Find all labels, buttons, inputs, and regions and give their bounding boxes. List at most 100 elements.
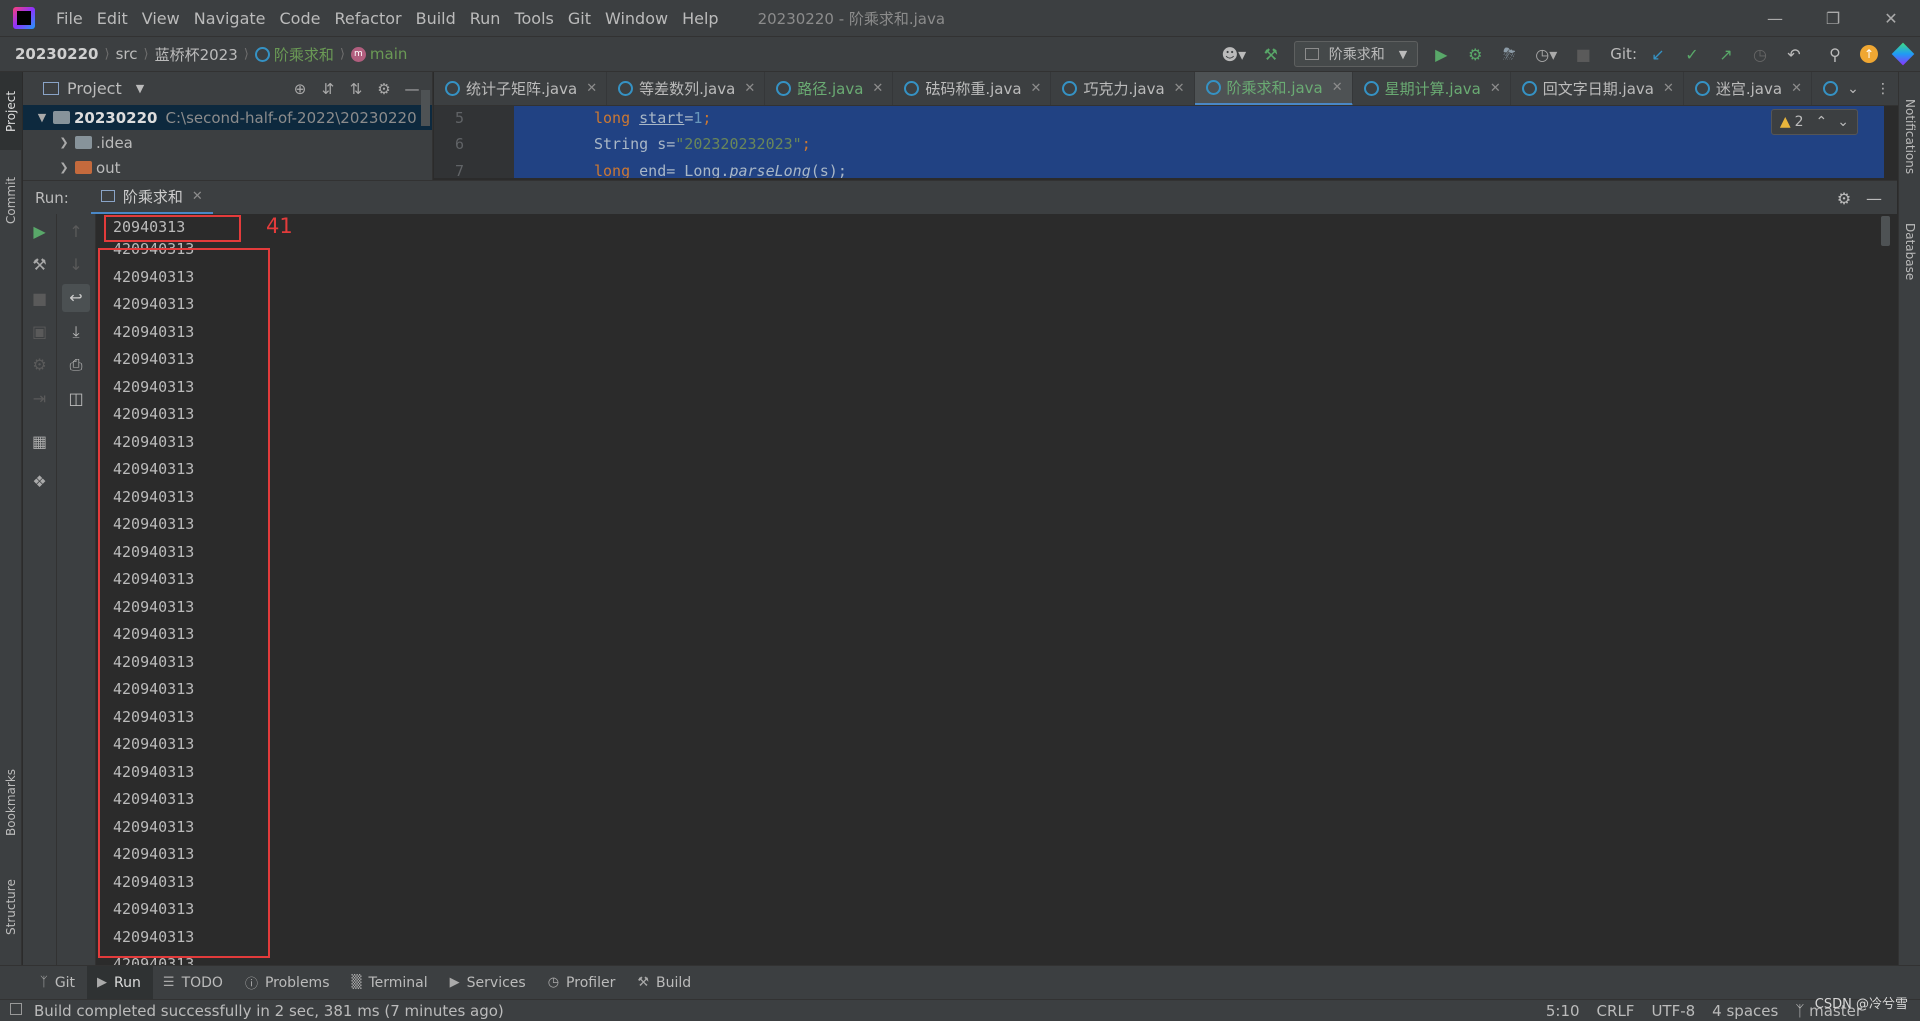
console-scrollbar[interactable] — [1881, 216, 1890, 246]
breadcrumb-method[interactable]: m main — [350, 45, 407, 63]
close-icon[interactable]: ✕ — [1031, 81, 1042, 96]
menu-tools[interactable]: Tools — [507, 9, 560, 28]
git-push-icon[interactable]: ↗ — [1712, 40, 1740, 68]
git-history-icon[interactable]: ◷ — [1746, 40, 1774, 68]
menu-help[interactable]: Help — [675, 9, 725, 28]
tool-build[interactable]: ⚒ Build — [627, 966, 703, 1000]
more-vertical-icon[interactable]: ⋮ — [1868, 81, 1898, 97]
collapse-all-icon[interactable]: ⇅ — [342, 80, 370, 98]
editor-tab[interactable]: 路径.java ✕ — [765, 72, 894, 105]
chevron-right-icon[interactable]: ❯ — [57, 161, 71, 174]
bug-icon[interactable]: ⚙ — [23, 355, 56, 374]
chevron-down-icon[interactable]: ▼ — [35, 111, 49, 124]
stop-icon[interactable]: ■ — [1569, 40, 1597, 68]
menu-file[interactable]: File — [49, 9, 90, 28]
git-commit-icon[interactable]: ✓ — [1678, 40, 1706, 68]
locate-icon[interactable]: ⊕ — [286, 80, 314, 98]
exit-icon[interactable]: ⇥ — [23, 389, 56, 408]
tab-structure[interactable]: Structure — [0, 862, 22, 952]
run-tab[interactable]: 阶乘求和 ✕ — [90, 181, 213, 215]
menu-view[interactable]: View — [135, 9, 187, 28]
update-icon[interactable]: ↑ — [1855, 40, 1883, 68]
chevron-down-icon[interactable]: ▼ — [136, 82, 144, 95]
chevron-down-icon[interactable]: ⌄ — [1837, 114, 1849, 130]
run-icon[interactable]: ▶ — [1427, 40, 1455, 68]
editor-tab[interactable]: 迷宫.java ✕ — [1684, 72, 1812, 105]
camera-icon[interactable]: ▣ — [23, 322, 56, 341]
tab-notifications[interactable]: Notifications — [1899, 82, 1920, 192]
chevron-up-icon[interactable]: ⌃ — [1816, 114, 1828, 130]
chevron-down-icon[interactable]: ⌄ — [1838, 81, 1868, 97]
arrow-down-icon[interactable]: ↓ — [57, 255, 95, 274]
tool-run[interactable]: ▶ Run — [87, 965, 153, 1000]
restore-icon[interactable]: ❐ — [1804, 0, 1862, 36]
profile-icon[interactable]: ◷▾ — [1529, 40, 1563, 68]
layout-icon[interactable]: ▦ — [23, 432, 56, 451]
build-hammer-icon[interactable]: ⚒ — [1257, 40, 1285, 68]
editor-tab[interactable]: 回文字日期.java ✕ — [1511, 72, 1684, 105]
tool-todo[interactable]: ☰ TODO — [153, 966, 235, 1000]
minimize-icon[interactable]: — — [1746, 0, 1804, 36]
breadcrumb-class[interactable]: 阶乘求和 — [254, 44, 334, 65]
tab-database[interactable]: Database — [1899, 212, 1920, 292]
arrow-up-icon[interactable]: ↑ — [57, 222, 95, 241]
close-icon[interactable]: ✕ — [744, 81, 755, 96]
close-icon[interactable]: ✕ — [872, 81, 883, 96]
scroll-to-end-icon[interactable]: ⤓ — [57, 322, 95, 342]
breadcrumb-src[interactable]: src — [116, 45, 138, 63]
close-icon[interactable]: ✕ — [1791, 81, 1802, 96]
toolbox-icon[interactable] — [1889, 40, 1917, 68]
rerun-icon[interactable]: ▶ — [23, 222, 56, 241]
gear-icon[interactable]: ⚙ — [1829, 189, 1859, 208]
tab-commit[interactable]: Commit — [0, 164, 22, 236]
editor-tab[interactable]: 等差数列.java ✕ — [607, 72, 766, 105]
file-encoding[interactable]: UTF-8 — [1651, 1002, 1695, 1020]
editor-tab[interactable]: 巧克力.java ✕ — [1051, 72, 1195, 105]
tool-terminal[interactable]: ▒ Terminal — [341, 966, 439, 1000]
expand-all-icon[interactable]: ⇵ — [314, 80, 342, 98]
editor-tab[interactable]: 砝码称重.java ✕ — [893, 72, 1052, 105]
status-message[interactable]: Build completed successfully in 2 sec, 3… — [34, 1002, 504, 1020]
coverage-icon[interactable]: ⛈ — [1495, 40, 1523, 68]
menu-run[interactable]: Run — [463, 9, 508, 28]
wrench-icon[interactable]: ⚒ — [23, 255, 56, 274]
user-icon[interactable]: ☻▾ — [1217, 40, 1251, 68]
close-icon[interactable]: ✕ — [1174, 81, 1185, 96]
close-icon[interactable]: ✕ — [1332, 80, 1343, 95]
status-toggle-icon[interactable] — [10, 1003, 22, 1015]
menu-navigate[interactable]: Navigate — [187, 9, 273, 28]
hide-icon[interactable]: — — [1859, 189, 1889, 208]
git-update-icon[interactable]: ↙ — [1644, 40, 1672, 68]
tab-project[interactable]: Project — [0, 72, 22, 150]
inspection-widget[interactable]: ▲ 2 ⌃ ⌄ — [1770, 109, 1858, 135]
tool-services[interactable]: ▶ Services — [440, 966, 538, 1000]
menu-window[interactable]: Window — [598, 9, 675, 28]
indent-setting[interactable]: 4 spaces — [1712, 1002, 1778, 1020]
menu-edit[interactable]: Edit — [90, 9, 135, 28]
debug-icon[interactable]: ⚙ — [1461, 40, 1489, 68]
menu-build[interactable]: Build — [409, 9, 463, 28]
chevron-right-icon[interactable]: ❯ — [57, 136, 71, 149]
close-icon[interactable]: ✕ — [1663, 81, 1674, 96]
caret-position[interactable]: 5:10 — [1546, 1002, 1580, 1020]
line-separator[interactable]: CRLF — [1597, 1002, 1635, 1020]
git-rollback-icon[interactable]: ↶ — [1780, 40, 1808, 68]
breadcrumb-package[interactable]: 蓝桥杯2023 — [155, 44, 238, 65]
print-icon[interactable]: ⎙ — [57, 355, 95, 375]
close-icon[interactable]: ✕ — [1490, 81, 1501, 96]
project-scrollbar[interactable] — [421, 90, 430, 126]
menu-code[interactable]: Code — [273, 9, 328, 28]
project-title[interactable]: Project — [67, 79, 122, 98]
code-editor[interactable]: 5 6 7 long start=1; String s="2023202320… — [434, 106, 1898, 178]
menu-refactor[interactable]: Refactor — [327, 9, 408, 28]
console-output[interactable]: 20940313 420940313 420940313 420940313 42094… — [96, 214, 1877, 965]
menu-git[interactable]: Git — [561, 9, 598, 28]
close-icon[interactable]: ✕ — [586, 81, 597, 96]
tree-item-out[interactable]: ❯ out — [23, 155, 432, 180]
soft-wrap-icon[interactable]: ↩ — [62, 284, 90, 312]
stop-icon[interactable]: ■ — [23, 289, 56, 308]
tool-git[interactable]: ᛉ Git — [30, 966, 87, 1000]
close-icon[interactable]: ✕ — [192, 189, 203, 204]
search-icon[interactable]: ⚲ — [1821, 40, 1849, 68]
tree-item-idea[interactable]: ❯ .idea — [23, 130, 432, 155]
